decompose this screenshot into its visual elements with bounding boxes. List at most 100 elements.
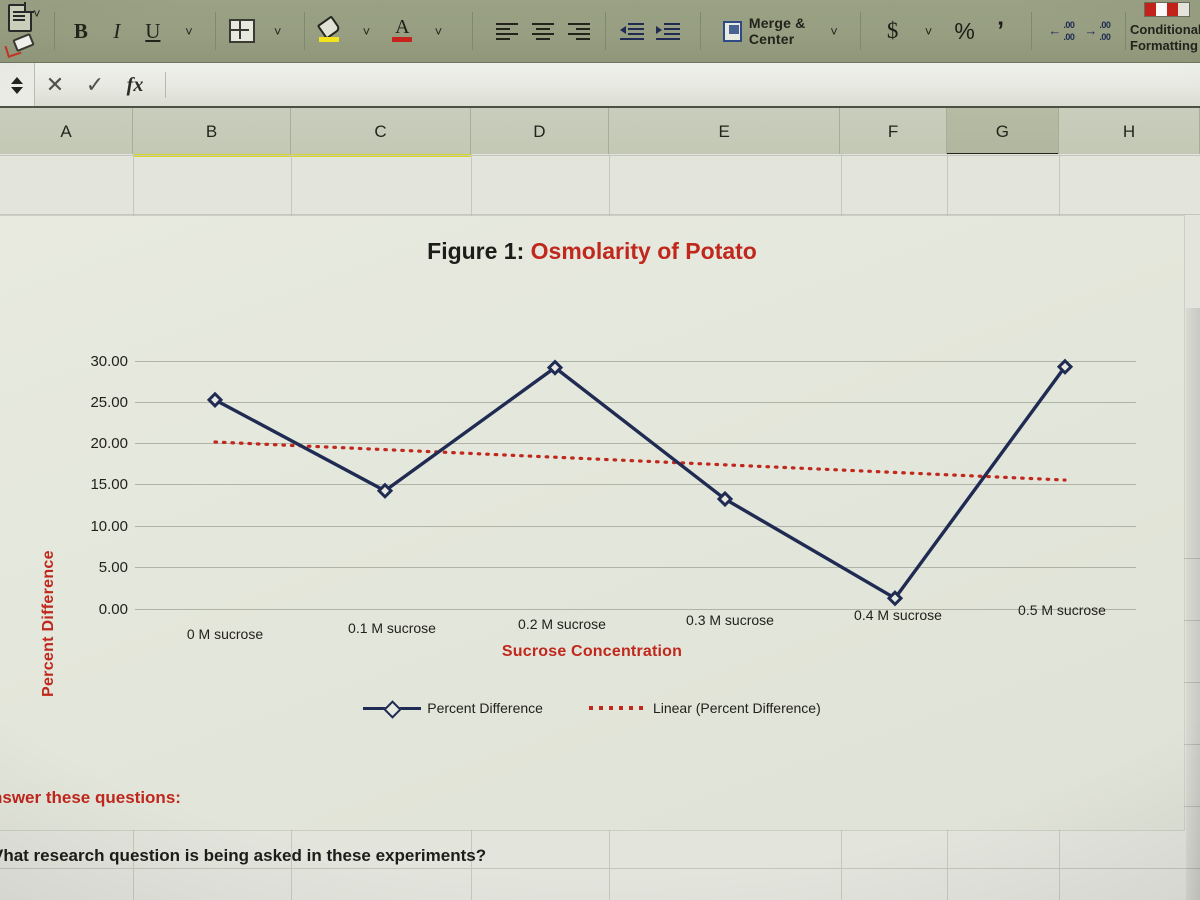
vertical-scrollbar[interactable] — [1186, 308, 1200, 900]
ribbon-divider — [54, 12, 55, 50]
format-painter-icon[interactable] — [4, 32, 35, 58]
decrease-decimal-digits: .00 — [1099, 32, 1111, 42]
ribbon-divider — [859, 12, 861, 50]
chart-plot-area — [206, 358, 1074, 607]
spinner-down-icon[interactable] — [11, 86, 23, 94]
insert-function-button[interactable]: fx — [115, 74, 155, 97]
x-axis-title: Sucrose Concentration — [501, 643, 683, 660]
fill-color-button[interactable] — [312, 11, 348, 51]
legend-label: Linear (Percent Difference) — [652, 700, 821, 716]
borders-button[interactable] — [224, 11, 260, 51]
ribbon-divider — [1030, 12, 1032, 50]
data-point-marker — [206, 391, 224, 408]
decrease-indent-button[interactable] — [614, 11, 650, 51]
x-axis-tick-label: 0.4 M sucrose — [854, 607, 942, 623]
decrease-indent-icon — [619, 23, 644, 40]
currency-chevron-down-icon[interactable]: ˅ — [911, 11, 947, 51]
worksheet-grid[interactable]: Figure 1: Osmolarity of Potato Percent D… — [0, 154, 1200, 900]
increase-decimal-digits: .00 — [1063, 32, 1075, 42]
x-axis-tick-label: 0.3 M sucrose — [686, 612, 774, 628]
font-color-button[interactable]: A — [384, 11, 420, 51]
formula-accept-button[interactable]: ✓ — [75, 72, 115, 98]
align-center-icon — [532, 23, 555, 40]
borders-icon — [228, 19, 255, 43]
borders-chevron-down-icon[interactable]: ˅ — [260, 11, 296, 51]
legend-dotted-line-icon — [588, 706, 647, 710]
ribbon-divider — [699, 12, 701, 50]
chart-legend: Percent Difference Linear (Percent Diffe… — [0, 700, 1184, 719]
merge-chevron-down-icon[interactable]: ˅ — [830, 24, 838, 39]
increase-decimal-digits-top: .00 — [1063, 20, 1075, 30]
underline-chevron-down-icon[interactable]: ˅ — [171, 11, 207, 51]
align-left-icon — [496, 23, 519, 40]
ribbon-divider — [472, 12, 474, 50]
x-axis-tick-label: 0 M sucrose — [186, 626, 264, 642]
font-color-letter: A — [395, 16, 410, 38]
column-header-b[interactable]: B — [133, 108, 292, 156]
column-header-g[interactable]: G — [946, 108, 1059, 156]
formula-input[interactable] — [166, 70, 1200, 100]
column-header-a[interactable]: A — [0, 108, 134, 156]
percent-format-button[interactable]: % — [947, 11, 983, 51]
x-axis-tick-label: 0.1 M sucrose — [348, 620, 436, 636]
increase-decimal-arrow: ← — [1048, 23, 1062, 38]
paste-icon[interactable] — [8, 2, 34, 32]
formula-cancel-button[interactable]: ✕ — [35, 72, 75, 98]
grid-line — [0, 868, 1200, 869]
conditional-formatting-button[interactable]: Conditional Formatting — [1130, 0, 1200, 62]
align-right-button[interactable] — [561, 11, 597, 51]
ribbon-divider — [214, 12, 216, 50]
column-header-f[interactable]: F — [840, 108, 947, 156]
merge-and-center-label: Merge & Center — [748, 15, 806, 47]
merge-cells-icon — [722, 20, 742, 42]
italic-button[interactable]: I — [99, 11, 135, 51]
x-axis-tick-label: 0.5 M sucrose — [1018, 602, 1106, 618]
underline-button[interactable]: U — [135, 11, 171, 51]
spinner-up-icon[interactable] — [11, 76, 23, 84]
trendline-series — [213, 440, 1067, 482]
prompt-heading-text: nswer these questions: — [0, 788, 181, 807]
grid-line — [0, 214, 1200, 215]
chart-object[interactable]: Figure 1: Osmolarity of Potato Percent D… — [0, 216, 1184, 830]
data-point-markers — [206, 358, 1074, 607]
column-header-c[interactable]: C — [291, 108, 471, 156]
ribbon-divider — [1125, 12, 1127, 50]
column-header-d[interactable]: D — [471, 108, 609, 156]
decrease-decimal-button[interactable]: → .00 .00 — [1079, 11, 1115, 51]
formula-bar: ✕ ✓ fx — [0, 62, 1200, 107]
decrease-decimal-digits-top: .00 — [1099, 20, 1111, 30]
decrease-decimal-icon: → .00 .00 — [1084, 20, 1111, 42]
merge-and-center-button[interactable]: Merge & Center ˅ — [715, 11, 846, 51]
align-left-button[interactable] — [489, 11, 525, 51]
ribbon-toolbar: ˅ B I U ˅ ˅ ˅ A ˅ Merge & Center ˅ $ ˅ %… — [0, 0, 1200, 62]
column-header-row: A B C D E F G H — [0, 106, 1200, 156]
legend-item-percent-difference[interactable]: Percent Difference — [363, 700, 543, 719]
increase-indent-button[interactable] — [650, 11, 686, 51]
name-box-spinner[interactable] — [0, 63, 35, 107]
align-right-icon — [568, 23, 591, 40]
grid-line — [0, 155, 1200, 156]
font-color-icon: A — [392, 16, 413, 44]
bold-button[interactable]: B — [63, 11, 99, 51]
currency-format-button[interactable]: $ — [875, 11, 911, 51]
column-header-e[interactable]: E — [609, 108, 841, 156]
spreadsheet-screenshot: ˅ B I U ˅ ˅ ˅ A ˅ Merge & Center ˅ $ ˅ %… — [0, 0, 1200, 900]
font-color-chevron-down-icon[interactable]: ˅ — [420, 11, 456, 51]
fill-color-chevron-down-icon[interactable]: ˅ — [348, 11, 384, 51]
paste-chevron-down-icon[interactable]: ˅ — [33, 6, 41, 21]
data-series-line — [214, 365, 1067, 600]
comma-format-button[interactable]: ’ — [983, 11, 1019, 51]
increase-indent-icon — [655, 23, 680, 40]
increase-decimal-button[interactable]: ← .00 .00 — [1043, 11, 1079, 51]
legend-line-marker-icon — [363, 700, 422, 719]
ribbon-divider — [303, 12, 305, 50]
align-center-button[interactable] — [525, 11, 561, 51]
decrease-decimal-arrow: → — [1084, 23, 1098, 38]
x-axis-tick-label: 0.2 M sucrose — [518, 616, 606, 632]
clipboard-group: ˅ — [0, 0, 46, 62]
ribbon-divider — [605, 12, 606, 50]
legend-label: Percent Difference — [427, 700, 543, 716]
question-1-text: Vhat research question is being asked in… — [0, 846, 487, 865]
legend-item-linear-trendline[interactable]: Linear (Percent Difference) — [588, 700, 821, 716]
column-header-h[interactable]: H — [1059, 108, 1200, 156]
